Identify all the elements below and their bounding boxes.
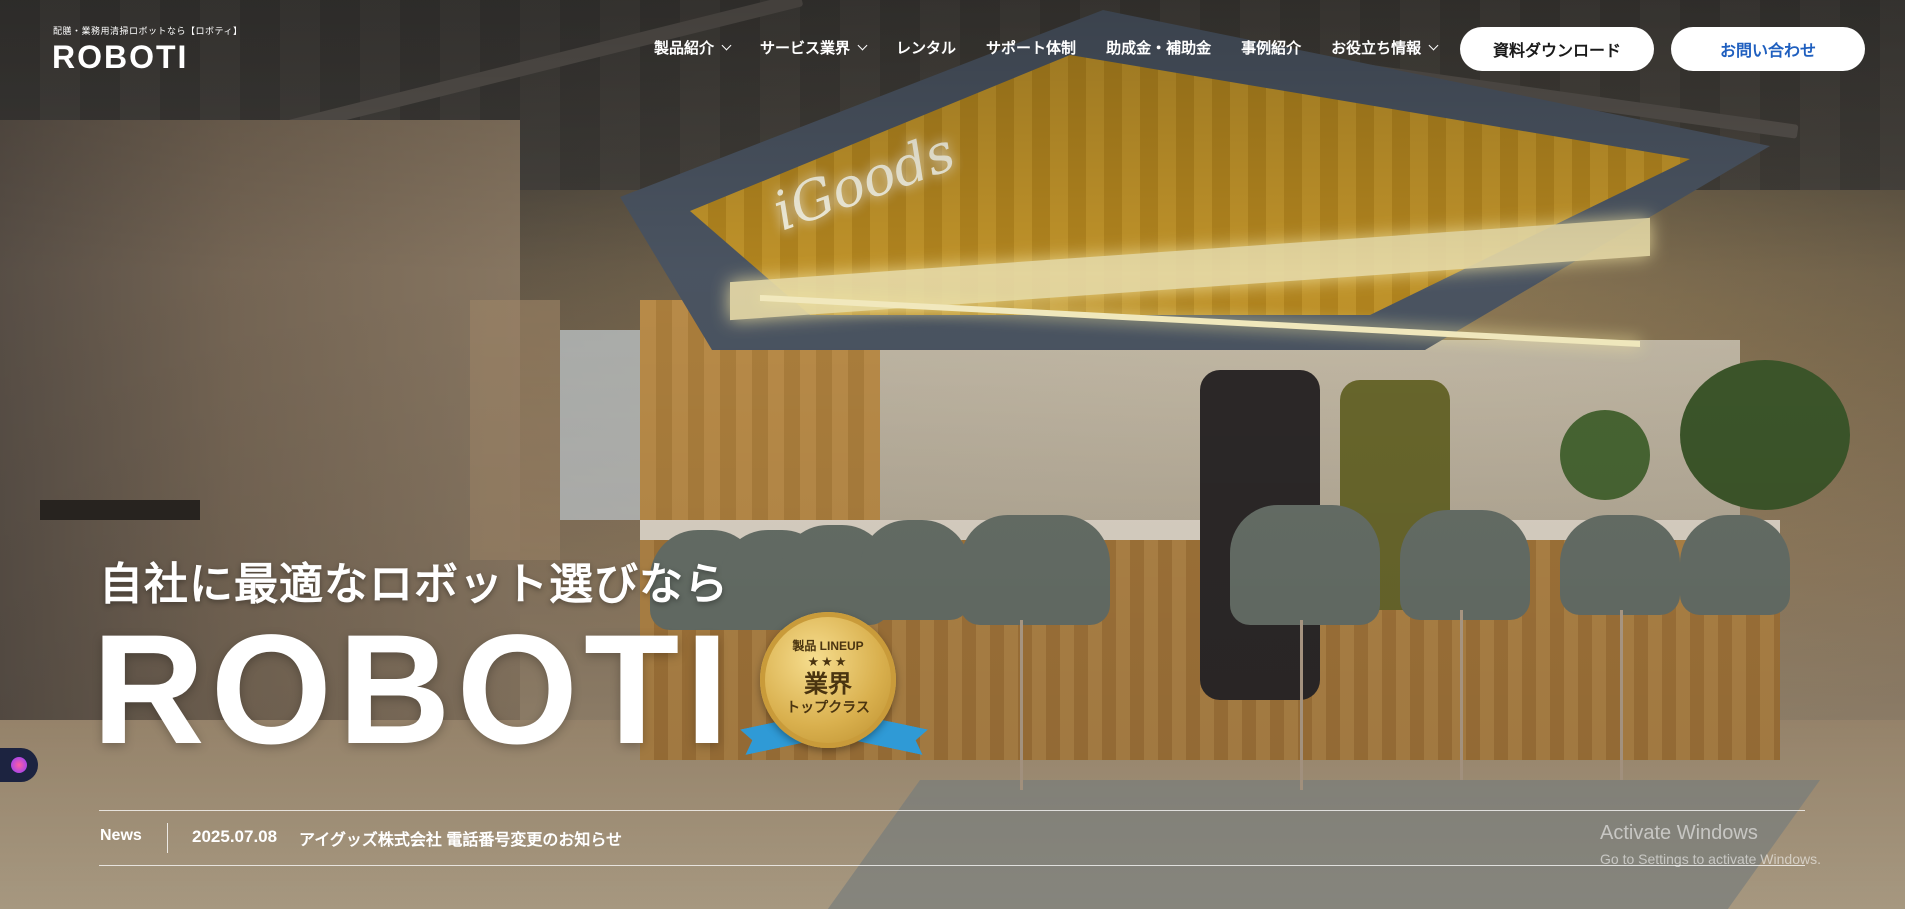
news-date: 2025.07.08 bbox=[192, 827, 278, 846]
news-label: News bbox=[100, 827, 142, 844]
nav-resources[interactable]: お役立ち情報 bbox=[1331, 37, 1439, 58]
nav-support[interactable]: サポート体制 bbox=[986, 37, 1076, 58]
logo-tagline: 配膳・業務用清掃ロボットなら【ロボティ】 bbox=[53, 27, 243, 37]
badge-lineup-text: 製品 LINEUP bbox=[792, 639, 864, 653]
nav-case-studies[interactable]: 事例紹介 bbox=[1241, 37, 1301, 58]
news-bar[interactable]: News 2025.07.08 アイグッズ株式会社 電話番号変更のお知らせ bbox=[99, 810, 1805, 866]
nav-label: 製品紹介 bbox=[654, 40, 715, 57]
watermark-title: Activate Windows bbox=[1600, 822, 1758, 844]
chevron-down-icon bbox=[857, 40, 868, 51]
hero-title: ROBOTI bbox=[92, 603, 735, 777]
nav-label: 事例紹介 bbox=[1241, 40, 1302, 57]
award-badge: 製品 LINEUP ★★★ 業界 トップクラス bbox=[738, 612, 928, 762]
nav-industries[interactable]: サービス業界 bbox=[760, 37, 868, 58]
medal: 製品 LINEUP ★★★ 業界 トップクラス bbox=[760, 612, 896, 748]
divider bbox=[167, 823, 168, 853]
news-title-link[interactable]: アイグッズ株式会社 電話番号変更のお知らせ bbox=[299, 826, 622, 850]
nav-label: サポート体制 bbox=[986, 40, 1077, 57]
nav-label: レンタル bbox=[896, 40, 957, 57]
nav-rental[interactable]: レンタル bbox=[896, 37, 956, 58]
nav-label: お役立ち情報 bbox=[1331, 40, 1422, 57]
accessibility-icon bbox=[11, 757, 27, 773]
site-logo[interactable]: ROBOTI bbox=[52, 38, 188, 76]
nav-products[interactable]: 製品紹介 bbox=[654, 37, 732, 58]
nav-subsidies[interactable]: 助成金・補助金 bbox=[1106, 37, 1211, 58]
chevron-down-icon bbox=[1428, 40, 1439, 51]
badge-industry-text: 業界 bbox=[804, 669, 852, 698]
badge-top-class-text: トップクラス bbox=[786, 700, 870, 716]
chevron-down-icon bbox=[721, 40, 732, 51]
activate-windows-watermark: Activate Windows Go to Settings to activ… bbox=[1600, 822, 1821, 867]
watermark-subtitle: Go to Settings to activate Windows. bbox=[1600, 851, 1821, 867]
contact-button[interactable]: お問い合わせ bbox=[1671, 27, 1865, 71]
badge-stars: ★★★ bbox=[807, 655, 849, 670]
accessibility-widget-button[interactable] bbox=[0, 748, 38, 782]
download-docs-button[interactable]: 資料ダウンロード bbox=[1460, 27, 1654, 71]
nav-label: 助成金・補助金 bbox=[1106, 40, 1212, 57]
nav-label: サービス業界 bbox=[760, 40, 851, 57]
main-nav: 製品紹介 サービス業界 レンタル サポート体制 助成金・補助金 事例紹介 お役立… bbox=[654, 37, 1467, 58]
